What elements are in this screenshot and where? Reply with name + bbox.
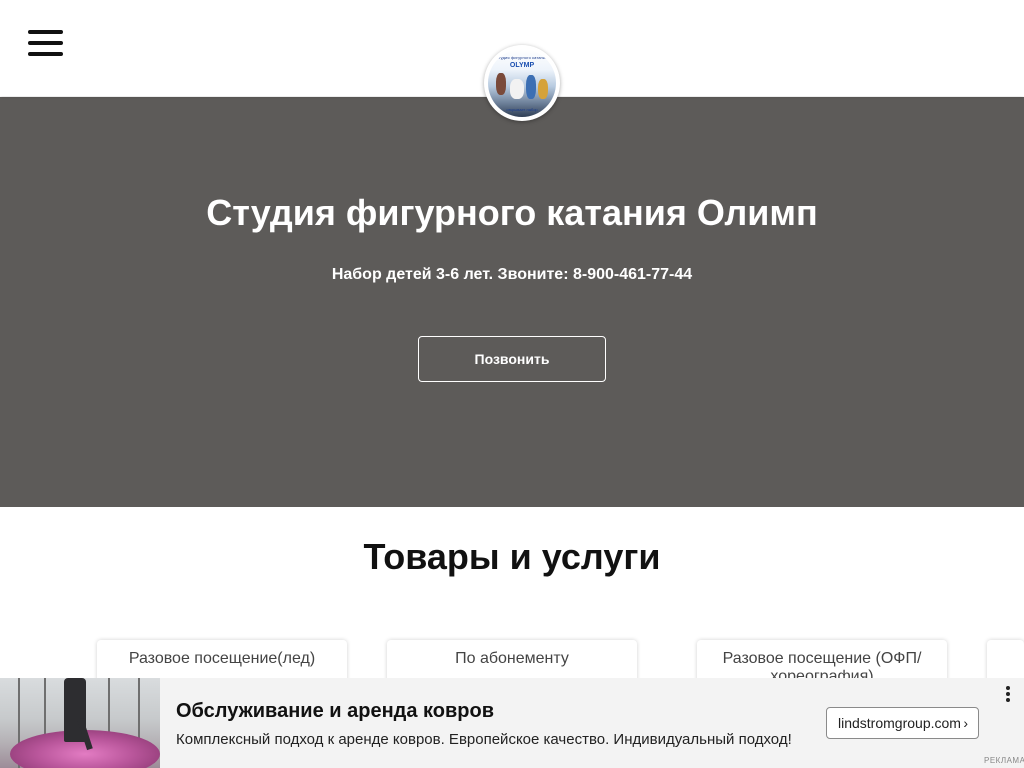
product-card-title: По абонементу bbox=[455, 650, 569, 667]
ad-banner[interactable]: Обслуживание и аренда ковров Комплексный… bbox=[0, 678, 1024, 768]
ad-description: Комплексный подход к аренде ковров. Евро… bbox=[176, 731, 792, 748]
site-logo[interactable]: студия фигурного катания OLYMP открывает… bbox=[484, 45, 560, 121]
hero-title: Студия фигурного катания Олимп bbox=[206, 192, 818, 233]
hero-section: Студия фигурного катания Олимп Набор дет… bbox=[0, 97, 1024, 507]
more-dot bbox=[1006, 698, 1010, 702]
more-vertical-icon[interactable] bbox=[1000, 684, 1016, 704]
menu-line bbox=[28, 41, 63, 45]
menu-line bbox=[28, 52, 63, 56]
logo-top-text: студия фигурного катания bbox=[496, 55, 548, 60]
product-card-title: Разовое посещение(лед) bbox=[128, 650, 316, 667]
hamburger-menu-icon[interactable] bbox=[28, 29, 64, 57]
logo-skater-figure bbox=[526, 75, 536, 99]
ad-link-text: lindstromgroup.com bbox=[838, 715, 961, 731]
logo-skater-figure bbox=[510, 79, 524, 99]
chevron-right-icon: › bbox=[963, 715, 968, 731]
logo-image: студия фигурного катания OLYMP открывает… bbox=[488, 49, 556, 117]
logo-skater-figure bbox=[538, 79, 548, 99]
call-button[interactable]: Позвонить bbox=[418, 336, 606, 382]
more-dot bbox=[1006, 686, 1010, 690]
logo-skater-figure bbox=[496, 73, 506, 95]
menu-line bbox=[28, 30, 63, 34]
ad-label: РЕКЛАМА bbox=[984, 756, 1024, 765]
hero-subtitle: Набор детей 3-6 лет. Звоните: 8-900-461-… bbox=[331, 266, 693, 283]
ad-image[interactable] bbox=[0, 678, 160, 768]
ad-title[interactable]: Обслуживание и аренда ковров bbox=[176, 700, 494, 723]
more-dot bbox=[1006, 692, 1010, 696]
products-section-title: Товары и услуги bbox=[363, 536, 661, 577]
logo-word: OLYMP bbox=[509, 62, 535, 69]
logo-bottom-text: открывает набор bbox=[506, 107, 538, 112]
ad-link-button[interactable]: lindstromgroup.com › bbox=[826, 707, 979, 739]
